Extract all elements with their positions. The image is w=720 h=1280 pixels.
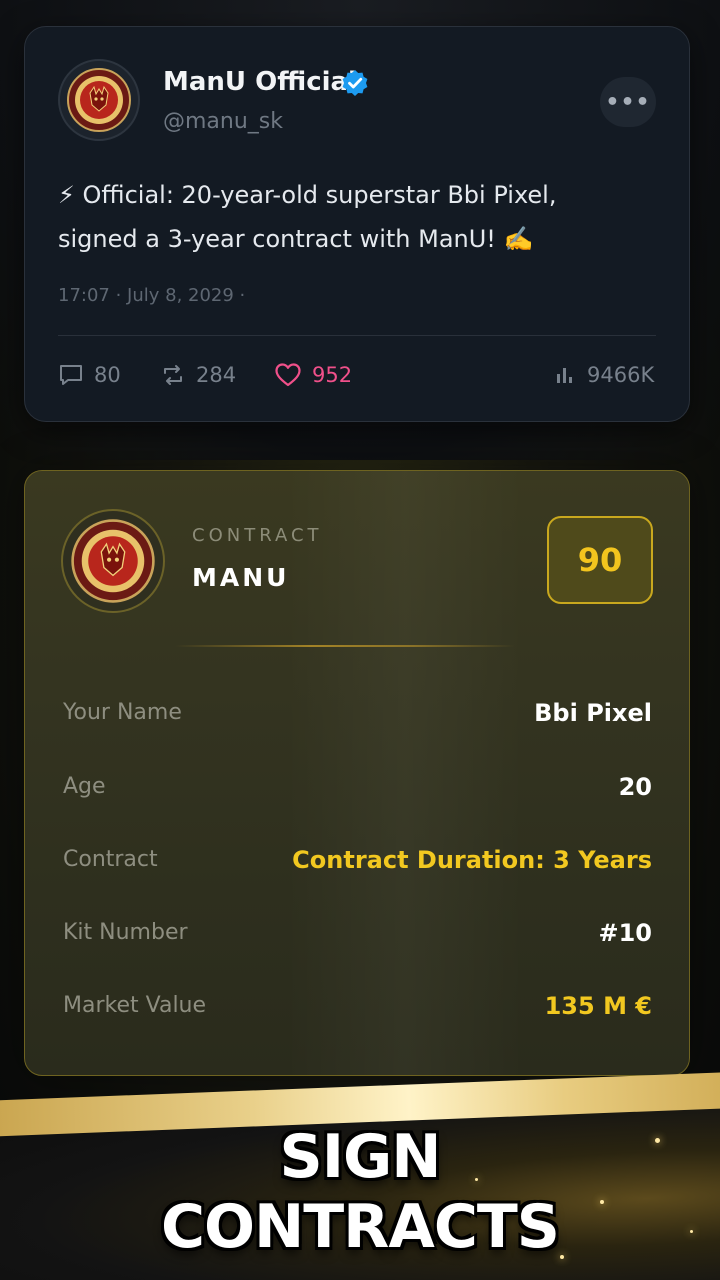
row-label: Kit Number (63, 920, 188, 945)
verified-badge-icon (342, 70, 368, 96)
contract-club-name: MANU (192, 563, 290, 592)
tweet-timestamp: 17:07 · July 8, 2029 · (58, 285, 246, 306)
like-button[interactable]: 952 (274, 359, 352, 391)
more-icon: ••• (605, 89, 651, 115)
contract-row-name: Your Name Bbi Pixel (63, 693, 652, 733)
contract-row-duration: Contract Contract Duration: 3 Years (63, 840, 652, 880)
tweet-text-line-1: ⚡ Official: 20-year-old superstar Bbi Pi… (58, 181, 557, 209)
tweet-author-name[interactable]: ManU Official (163, 67, 357, 97)
views-icon (557, 368, 572, 383)
tweet-text: ⚡ Official: 20-year-old superstar Bbi Pi… (58, 173, 658, 261)
row-label: Age (63, 774, 106, 799)
contract-label: CONTRACT (192, 525, 323, 546)
row-label: Contract (63, 847, 158, 872)
row-value: #10 (598, 919, 652, 947)
tweet-avatar[interactable] (58, 59, 140, 141)
tweet-divider (58, 335, 656, 336)
club-crest-icon (67, 68, 131, 132)
comment-button[interactable]: 80 (58, 359, 121, 391)
promo-headline-line-2: CONTRACTS (161, 1192, 560, 1262)
contract-row-kit-number: Kit Number #10 (63, 913, 652, 953)
row-value: 20 (618, 773, 652, 801)
contract-row-market-value: Market Value 135 M € (63, 986, 652, 1026)
player-rating-badge: 90 (547, 516, 653, 604)
tweet-handle[interactable]: @manu_sk (163, 109, 283, 134)
row-value: Bbi Pixel (534, 699, 652, 727)
views-button[interactable]: 9466K (553, 359, 654, 391)
retweet-icon (164, 365, 182, 385)
row-label: Market Value (63, 993, 207, 1018)
row-value: Contract Duration: 3 Years (292, 846, 652, 874)
more-options-button[interactable]: ••• (600, 77, 656, 127)
contract-club-logo (61, 509, 165, 613)
heart-icon (275, 363, 301, 387)
contract-card: CONTRACT MANU 90 Your Name Bbi Pixel Age… (24, 470, 690, 1076)
views-count: 9466K (587, 363, 655, 387)
contract-row-age: Age 20 (63, 767, 652, 807)
retweet-count: 284 (196, 363, 237, 387)
club-crest-icon (71, 519, 155, 603)
promo-headline: SIGN CONTRACTS (0, 1122, 720, 1262)
comment-icon (60, 365, 82, 385)
retweet-button[interactable]: 284 (160, 359, 236, 391)
row-value: 135 M € (544, 992, 652, 1020)
promo-headline-line-1: SIGN (279, 1122, 442, 1192)
like-count: 952 (312, 363, 353, 387)
tweet-card[interactable]: ManU Official @manu_sk ••• ⚡ Official: 2… (24, 26, 690, 422)
contract-divider (175, 645, 515, 647)
row-label: Your Name (63, 700, 182, 725)
comment-count: 80 (94, 363, 121, 387)
tweet-text-line-2: signed a 3-year contract with ManU! ✍️ (58, 225, 534, 253)
